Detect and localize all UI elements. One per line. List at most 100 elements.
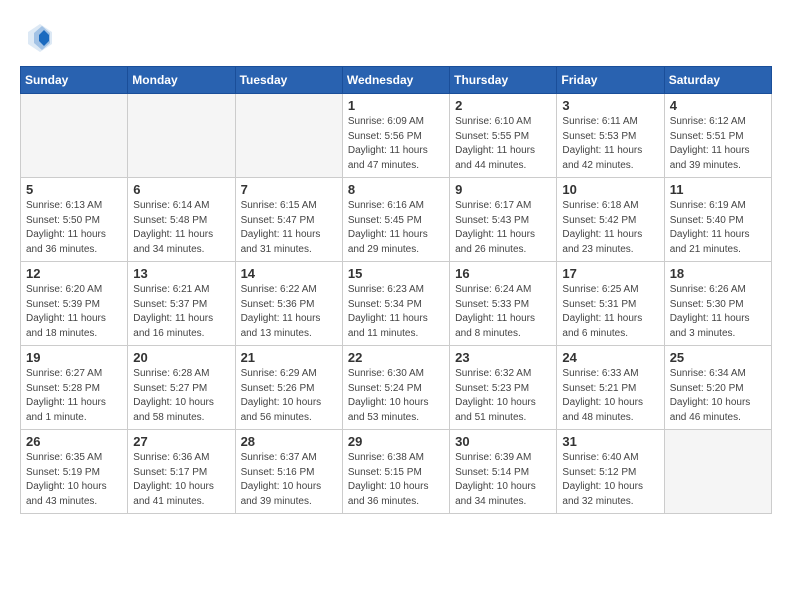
day-info: Sunrise: 6:34 AM Sunset: 5:20 PM Dayligh… [670,367,766,425]
calendar-cell: 24 Sunrise: 6:33 AM Sunset: 5:21 PM Dayli… [557,346,664,430]
logo-icon [20,20,56,56]
weekday-monday: Monday [128,67,235,94]
day-number: 22 [348,350,444,365]
calendar-week-row: 1 Sunrise: 6:09 AM Sunset: 5:56 PM Daylig… [21,94,772,178]
day-number: 5 [26,182,122,197]
day-number: 31 [562,434,658,449]
calendar-cell: 19Sunrise: 6:27 AM Sunset: 5:28 PM Dayli… [21,346,128,430]
calendar-cell: 18 Sunrise: 6:26 AM Sunset: 5:30 PM Dayli… [664,262,771,346]
day-number: 21 [241,350,337,365]
day-number: 1 [348,98,444,113]
calendar-cell: 17 Sunrise: 6:25 AM Sunset: 5:31 PM Dayli… [557,262,664,346]
calendar-cell: 14 Sunrise: 6:22 AM Sunset: 5:36 PM Dayli… [235,262,342,346]
day-number: 30 [455,434,551,449]
day-info: Sunrise: 6:22 AM Sunset: 5:36 PM Dayligh… [241,283,337,341]
day-info: Sunrise: 6:29 AM Sunset: 5:26 PM Dayligh… [241,367,337,425]
calendar-cell: 31 Sunrise: 6:40 AM Sunset: 5:12 PM Dayli… [557,430,664,514]
calendar-cell: 16Sunrise: 6:24 AM Sunset: 5:33 PM Dayli… [450,262,557,346]
day-info: Sunrise: 6:35 AM Sunset: 5:19 PM Dayligh… [26,451,122,509]
day-info: Sunrise: 6:13 AM Sunset: 5:50 PM Dayligh… [26,199,122,257]
day-number: 18 [670,266,766,281]
calendar-cell: 3Sunrise: 6:11 AM Sunset: 5:53 PM Daylig… [557,94,664,178]
weekday-sunday: Sunday [21,67,128,94]
calendar-week-row: 19Sunrise: 6:27 AM Sunset: 5:28 PM Dayli… [21,346,772,430]
calendar-cell: 12 Sunrise: 6:20 AM Sunset: 5:39 PM Dayli… [21,262,128,346]
page-header [20,20,772,56]
day-number: 29 [348,434,444,449]
day-info: Sunrise: 6:15 AM Sunset: 5:47 PM Dayligh… [241,199,337,257]
day-info: Sunrise: 6:33 AM Sunset: 5:21 PM Dayligh… [562,367,658,425]
day-number: 24 [562,350,658,365]
calendar-cell: 27 Sunrise: 6:36 AM Sunset: 5:17 PM Dayli… [128,430,235,514]
calendar-cell: 5 Sunrise: 6:13 AM Sunset: 5:50 PM Daylig… [21,178,128,262]
calendar-cell: 28 Sunrise: 6:37 AM Sunset: 5:16 PM Dayli… [235,430,342,514]
day-info: Sunrise: 6:38 AM Sunset: 5:15 PM Dayligh… [348,451,444,509]
day-info: Sunrise: 6:12 AM Sunset: 5:51 PM Dayligh… [670,115,766,173]
day-info: Sunrise: 6:09 AM Sunset: 5:56 PM Dayligh… [348,115,444,173]
weekday-thursday: Thursday [450,67,557,94]
calendar-cell: 11 Sunrise: 6:19 AM Sunset: 5:40 PM Dayli… [664,178,771,262]
day-number: 8 [348,182,444,197]
weekday-header-row: SundayMondayTuesdayWednesdayThursdayFrid… [21,67,772,94]
day-info: Sunrise: 6:20 AM Sunset: 5:39 PM Dayligh… [26,283,122,341]
day-info: Sunrise: 6:28 AM Sunset: 5:27 PM Dayligh… [133,367,229,425]
calendar-cell: 20 Sunrise: 6:28 AM Sunset: 5:27 PM Dayli… [128,346,235,430]
day-info: Sunrise: 6:30 AM Sunset: 5:24 PM Dayligh… [348,367,444,425]
calendar-cell: 29 Sunrise: 6:38 AM Sunset: 5:15 PM Dayli… [342,430,449,514]
day-number: 27 [133,434,229,449]
calendar-cell: 15Sunrise: 6:23 AM Sunset: 5:34 PM Dayli… [342,262,449,346]
day-info: Sunrise: 6:17 AM Sunset: 5:43 PM Dayligh… [455,199,551,257]
day-number: 6 [133,182,229,197]
calendar-cell: 25Sunrise: 6:34 AM Sunset: 5:20 PM Dayli… [664,346,771,430]
weekday-tuesday: Tuesday [235,67,342,94]
day-number: 11 [670,182,766,197]
calendar-cell: 21 Sunrise: 6:29 AM Sunset: 5:26 PM Dayli… [235,346,342,430]
day-number: 10 [562,182,658,197]
day-info: Sunrise: 6:40 AM Sunset: 5:12 PM Dayligh… [562,451,658,509]
day-number: 20 [133,350,229,365]
logo [20,20,60,56]
calendar-cell: 2Sunrise: 6:10 AM Sunset: 5:55 PM Daylig… [450,94,557,178]
day-info: Sunrise: 6:25 AM Sunset: 5:31 PM Dayligh… [562,283,658,341]
calendar-cell: 26 Sunrise: 6:35 AM Sunset: 5:19 PM Dayli… [21,430,128,514]
day-number: 9 [455,182,551,197]
day-number: 28 [241,434,337,449]
calendar-cell: 7Sunrise: 6:15 AM Sunset: 5:47 PM Daylig… [235,178,342,262]
day-info: Sunrise: 6:14 AM Sunset: 5:48 PM Dayligh… [133,199,229,257]
calendar-cell: 13 Sunrise: 6:21 AM Sunset: 5:37 PM Dayli… [128,262,235,346]
calendar-table: SundayMondayTuesdayWednesdayThursdayFrid… [20,66,772,514]
day-info: Sunrise: 6:23 AM Sunset: 5:34 PM Dayligh… [348,283,444,341]
calendar-cell: 30 Sunrise: 6:39 AM Sunset: 5:14 PM Dayli… [450,430,557,514]
day-info: Sunrise: 6:21 AM Sunset: 5:37 PM Dayligh… [133,283,229,341]
day-info: Sunrise: 6:27 AM Sunset: 5:28 PM Dayligh… [26,367,122,425]
day-info: Sunrise: 6:37 AM Sunset: 5:16 PM Dayligh… [241,451,337,509]
calendar-week-row: 12 Sunrise: 6:20 AM Sunset: 5:39 PM Dayli… [21,262,772,346]
day-number: 12 [26,266,122,281]
day-info: Sunrise: 6:18 AM Sunset: 5:42 PM Dayligh… [562,199,658,257]
calendar-cell: 6 Sunrise: 6:14 AM Sunset: 5:48 PM Daylig… [128,178,235,262]
day-info: Sunrise: 6:26 AM Sunset: 5:30 PM Dayligh… [670,283,766,341]
calendar-cell: 22 Sunrise: 6:30 AM Sunset: 5:24 PM Dayli… [342,346,449,430]
day-number: 17 [562,266,658,281]
calendar-cell [128,94,235,178]
calendar-cell [235,94,342,178]
weekday-friday: Friday [557,67,664,94]
day-number: 16 [455,266,551,281]
calendar-cell: 10 Sunrise: 6:18 AM Sunset: 5:42 PM Dayli… [557,178,664,262]
day-number: 23 [455,350,551,365]
day-info: Sunrise: 6:39 AM Sunset: 5:14 PM Dayligh… [455,451,551,509]
day-info: Sunrise: 6:19 AM Sunset: 5:40 PM Dayligh… [670,199,766,257]
calendar-week-row: 5 Sunrise: 6:13 AM Sunset: 5:50 PM Daylig… [21,178,772,262]
calendar-cell: 1 Sunrise: 6:09 AM Sunset: 5:56 PM Daylig… [342,94,449,178]
day-number: 26 [26,434,122,449]
day-number: 13 [133,266,229,281]
calendar-cell [21,94,128,178]
day-info: Sunrise: 6:36 AM Sunset: 5:17 PM Dayligh… [133,451,229,509]
day-number: 14 [241,266,337,281]
calendar-cell: 8Sunrise: 6:16 AM Sunset: 5:45 PM Daylig… [342,178,449,262]
day-info: Sunrise: 6:32 AM Sunset: 5:23 PM Dayligh… [455,367,551,425]
day-number: 2 [455,98,551,113]
calendar-cell: 9 Sunrise: 6:17 AM Sunset: 5:43 PM Daylig… [450,178,557,262]
calendar-cell: 23 Sunrise: 6:32 AM Sunset: 5:23 PM Dayli… [450,346,557,430]
day-number: 4 [670,98,766,113]
